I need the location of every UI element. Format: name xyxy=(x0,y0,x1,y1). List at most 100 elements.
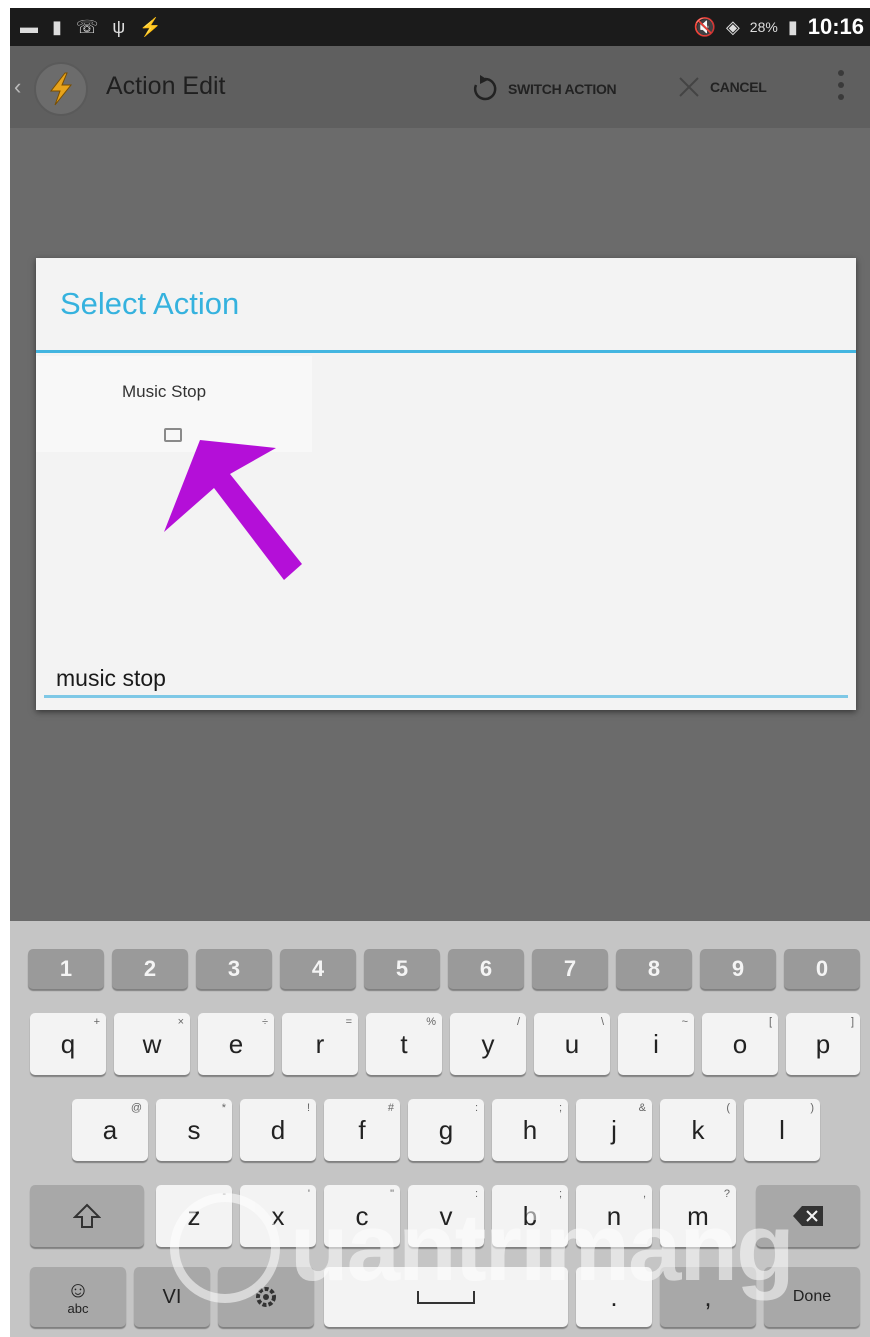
watermark-text: uantrimang xyxy=(290,1194,795,1301)
key-label: o xyxy=(732,1028,748,1059)
notification-icon: ▬ xyxy=(20,17,38,37)
key-label: r xyxy=(315,1028,325,1059)
done-key-label: Done xyxy=(792,1288,832,1305)
usb-icon: ψ xyxy=(112,17,126,37)
key-sublabel: ( xyxy=(726,1102,730,1114)
key-4[interactable]: 4 xyxy=(280,949,356,989)
key-6[interactable]: 6 xyxy=(448,949,524,989)
pointer-arrow-icon xyxy=(164,440,302,580)
key-sublabel: ] xyxy=(850,1016,854,1028)
key-a[interactable]: a @ xyxy=(72,1099,148,1161)
key-sublabel: & xyxy=(638,1102,646,1114)
key-p[interactable]: p] xyxy=(786,1013,860,1075)
key-sublabel: ; xyxy=(558,1102,562,1114)
key-l[interactable]: l) xyxy=(744,1099,820,1161)
key-label: w xyxy=(142,1028,162,1059)
key-sublabel: ÷ xyxy=(261,1016,268,1028)
key-label: s xyxy=(187,1114,201,1145)
whatsapp-icon: ☏ xyxy=(75,17,99,37)
key-label: t xyxy=(400,1028,408,1059)
key-sublabel: = xyxy=(345,1016,352,1028)
key-label: q xyxy=(60,1028,76,1059)
status-bar: ▬ ▮ ☏ ψ ⚡ 🔇 ◈ 28% ▮ 10:16 xyxy=(10,8,870,46)
key-o[interactable]: o[ xyxy=(702,1013,778,1075)
key-label: h xyxy=(522,1114,538,1145)
key-i[interactable]: i ~ xyxy=(618,1013,694,1075)
key-sublabel: ) xyxy=(810,1102,814,1114)
key-3[interactable]: 3 xyxy=(196,949,272,989)
overflow-menu-icon[interactable] xyxy=(838,70,844,100)
cancel-button[interactable]: CANCEL xyxy=(676,74,767,100)
key-label: d xyxy=(270,1114,286,1145)
select-action-dialog: Select Action Music Stop xyxy=(36,258,856,710)
key-sublabel: # xyxy=(387,1102,394,1114)
key-8[interactable]: 8 xyxy=(616,949,692,989)
key-g[interactable]: g: xyxy=(408,1099,484,1161)
action-item-music-stop[interactable]: Music Stop xyxy=(36,356,312,452)
key-sublabel: [ xyxy=(768,1016,772,1028)
watermark-logo-icon xyxy=(170,1193,280,1303)
title-divider xyxy=(36,350,856,353)
close-icon xyxy=(679,77,699,97)
watermark: uantrimang xyxy=(170,1193,795,1303)
back-chevron-icon[interactable]: ‹ xyxy=(14,74,21,100)
key-label: u xyxy=(564,1028,580,1059)
action-bar: ‹ Action Edit SWITCH ACTION CANCEL xyxy=(10,46,870,128)
key-label: y xyxy=(481,1028,495,1059)
refresh-icon xyxy=(473,75,497,101)
key-9[interactable]: 9 xyxy=(700,949,776,989)
emoji-key[interactable]: ☺ abc xyxy=(30,1267,126,1327)
key-sublabel: : xyxy=(474,1102,478,1114)
key-label: g xyxy=(438,1114,454,1145)
page-title: Action Edit xyxy=(106,72,226,100)
key-sublabel: * xyxy=(221,1102,226,1114)
dialog-title: Select Action xyxy=(60,286,240,321)
key-sublabel: % xyxy=(426,1016,436,1028)
bolt-icon: ⚡ xyxy=(139,17,162,37)
smiley-icon: ☺ xyxy=(66,1276,90,1302)
key-5[interactable]: 5 xyxy=(364,949,440,989)
switch-action-label: SWITCH ACTION xyxy=(508,81,617,97)
key-1[interactable]: 1 xyxy=(28,949,104,989)
key-q[interactable]: q + xyxy=(30,1013,106,1075)
key-s[interactable]: s * xyxy=(156,1099,232,1161)
key-w[interactable]: w × xyxy=(114,1013,190,1075)
mute-icon: 🔇 xyxy=(693,17,716,37)
key-sublabel: × xyxy=(177,1016,184,1028)
shift-arrow-icon xyxy=(73,1203,101,1228)
key-label: i xyxy=(653,1028,659,1059)
search-input[interactable] xyxy=(44,662,848,698)
key-label: p xyxy=(815,1028,831,1059)
lightning-icon xyxy=(49,72,73,106)
key-2[interactable]: 2 xyxy=(112,949,188,989)
action-item-label: Music Stop xyxy=(122,382,207,401)
key-label: a xyxy=(102,1114,118,1145)
clock: 10:16 xyxy=(807,14,864,39)
key-h[interactable]: h; xyxy=(492,1099,568,1161)
key-r[interactable]: r = xyxy=(282,1013,358,1075)
key-t[interactable]: t% xyxy=(366,1013,442,1075)
key-label: l xyxy=(779,1114,785,1145)
emoji-key-label: abc xyxy=(67,1300,89,1316)
key-d[interactable]: d! xyxy=(240,1099,316,1161)
key-u[interactable]: u \ xyxy=(534,1013,610,1075)
battery-percent: 28% xyxy=(749,19,778,35)
key-sublabel: ~ xyxy=(681,1016,688,1028)
key-k[interactable]: k( xyxy=(660,1099,736,1161)
key-0[interactable]: 0 xyxy=(784,949,860,989)
key-e[interactable]: e ÷ xyxy=(198,1013,274,1075)
key-sublabel: \ xyxy=(600,1016,604,1028)
key-label: f xyxy=(358,1114,366,1145)
key-sublabel: @ xyxy=(130,1102,142,1114)
shift-key[interactable] xyxy=(30,1185,144,1247)
key-f[interactable]: f # xyxy=(324,1099,400,1161)
key-y[interactable]: y / xyxy=(450,1013,526,1075)
key-7[interactable]: 7 xyxy=(532,949,608,989)
battery-notification-icon: ▮ xyxy=(52,17,62,37)
key-sublabel: + xyxy=(93,1016,100,1028)
switch-action-button[interactable]: SWITCH ACTION xyxy=(470,74,617,104)
wifi-icon: ◈ xyxy=(725,17,740,37)
key-j[interactable]: j & xyxy=(576,1099,652,1161)
key-label: k xyxy=(691,1114,705,1145)
app-logo[interactable] xyxy=(34,62,88,116)
